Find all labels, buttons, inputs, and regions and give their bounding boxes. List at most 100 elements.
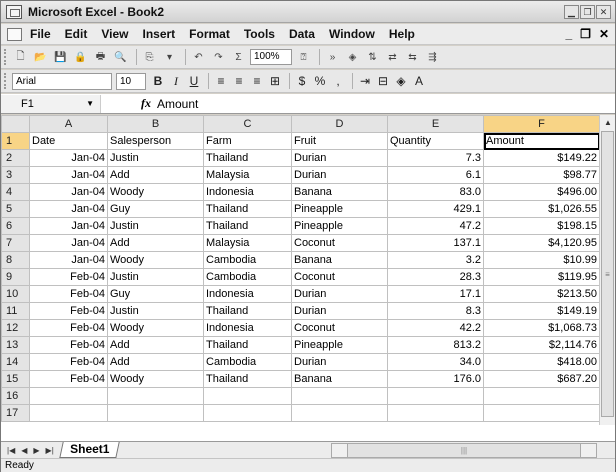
table-cell[interactable]: Feb-04 [29,268,108,286]
table-cell[interactable]: 6.1 [387,166,484,184]
table-cell[interactable]: Banana [291,251,388,269]
row-header[interactable]: 1 [1,132,30,150]
restore-icon[interactable]: ❐ [580,5,595,19]
toolbar-grip[interactable] [4,49,8,65]
scroll-up-icon[interactable]: ▲ [600,115,615,130]
table-cell[interactable]: Banana [291,183,388,201]
column-header[interactable]: F [483,115,600,133]
scroll-thumb[interactable]: ≡ [601,131,614,417]
sort-icon[interactable]: ⇅ [364,49,381,65]
close-icon[interactable]: ✕ [596,5,611,19]
undo-icon[interactable]: ↶ [190,49,207,65]
table-cell[interactable]: Thailand [203,200,292,218]
table-cell[interactable]: Indonesia [203,285,292,303]
chevron-down-icon[interactable]: ▼ [86,95,94,113]
table-cell[interactable] [107,387,204,405]
save-icon[interactable]: 💾 [52,49,69,65]
table-cell[interactable]: Justin [107,217,204,235]
currency-button[interactable]: $ [294,73,310,89]
horizontal-scrollbar[interactable]: ||| [331,443,597,458]
table-cell[interactable] [203,404,292,422]
table-cell[interactable]: Indonesia [203,183,292,201]
table-cell[interactable]: Justin [107,268,204,286]
table-cell[interactable]: Pineapple [291,336,388,354]
column-header[interactable]: E [387,115,484,133]
help-icon[interactable]: ⍰ [295,49,312,65]
table-cell[interactable]: Pineapple [291,217,388,235]
menu-file[interactable]: File [30,27,51,41]
open-icon[interactable]: 📂 [32,49,49,65]
fx-icon[interactable]: fx [141,96,151,111]
row-header[interactable]: 4 [1,183,30,201]
row-header[interactable]: 15 [1,370,30,388]
row-header[interactable]: 12 [1,319,30,337]
minimize-icon[interactable]: ▁ [564,5,579,19]
new-icon[interactable]: 🗋 [12,49,29,65]
borders-icon[interactable]: ⊟ [375,73,391,89]
menu-help[interactable]: Help [389,27,415,41]
row-header[interactable]: 8 [1,251,30,269]
table-cell[interactable] [203,387,292,405]
table-cell[interactable] [483,387,600,405]
table-cell[interactable] [29,404,108,422]
table-cell[interactable]: Add [107,336,204,354]
table-cell[interactable]: Feb-04 [29,302,108,320]
formula-input[interactable]: Amount [157,97,198,111]
table-cell[interactable]: Banana [291,370,388,388]
print-preview-icon[interactable]: 🔍 [112,49,129,65]
column-header[interactable]: D [291,115,388,133]
table-cell[interactable]: Jan-04 [29,234,108,252]
table-cell[interactable]: Woody [107,183,204,201]
menu-view[interactable]: View [101,27,128,41]
table-cell[interactable]: Thailand [203,149,292,167]
table-cell[interactable]: Add [107,234,204,252]
column-header[interactable]: B [107,115,204,133]
table-cell[interactable]: 17.1 [387,285,484,303]
header-cell[interactable]: Date [29,132,108,150]
table-cell[interactable]: 137.1 [387,234,484,252]
table-cell[interactable]: Cambodia [203,251,292,269]
align-right-icon[interactable]: ≡ [249,73,265,89]
underline-button[interactable]: U [186,73,202,89]
table-cell[interactable]: Justin [107,149,204,167]
table-cell[interactable] [291,404,388,422]
table-cell[interactable]: Durian [291,353,388,371]
vertical-scrollbar[interactable]: ▲ ≡ [599,115,615,425]
font-color-icon[interactable]: A [411,73,427,89]
table-cell[interactable]: Durian [291,285,388,303]
column-header[interactable]: C [203,115,292,133]
table-cell[interactable]: Indonesia [203,319,292,337]
table-cell[interactable]: 28.3 [387,268,484,286]
column-header[interactable]: A [29,115,108,133]
table-cell[interactable]: $418.00 [483,353,600,371]
row-header[interactable]: 6 [1,217,30,235]
menu-insert[interactable]: Insert [142,27,175,41]
table-cell[interactable]: Cambodia [203,353,292,371]
row-header[interactable]: 11 [1,302,30,320]
selected-cell[interactable]: Amount [483,132,600,150]
next-sheet-icon[interactable]: ▶ [33,446,39,455]
table-cell[interactable]: $687.20 [483,370,600,388]
table-cell[interactable]: Jan-04 [29,183,108,201]
table-cell[interactable]: Coconut [291,234,388,252]
row-header[interactable]: 7 [1,234,30,252]
table-cell[interactable]: 47.2 [387,217,484,235]
table-cell[interactable]: $496.00 [483,183,600,201]
last-sheet-icon[interactable]: ▶| [46,446,54,455]
table-cell[interactable]: Guy [107,200,204,218]
row-header[interactable]: 2 [1,149,30,167]
table-cell[interactable]: Feb-04 [29,370,108,388]
header-cell[interactable]: Quantity [387,132,484,150]
permission-icon[interactable]: 🔒 [72,49,89,65]
table-cell[interactable]: $149.22 [483,149,600,167]
table-cell[interactable]: Pineapple [291,200,388,218]
workbook-icon[interactable] [7,27,22,41]
menu-tools[interactable]: Tools [244,27,275,41]
align-center-icon[interactable]: ≡ [231,73,247,89]
table-cell[interactable]: Coconut [291,319,388,337]
workbook-restore-icon[interactable]: ❐ [580,27,591,41]
print-icon[interactable]: 🖶 [92,49,109,65]
copy-icon[interactable]: ⎘ [141,49,158,65]
menu-window[interactable]: Window [329,27,375,41]
select-all-corner[interactable] [1,115,30,133]
